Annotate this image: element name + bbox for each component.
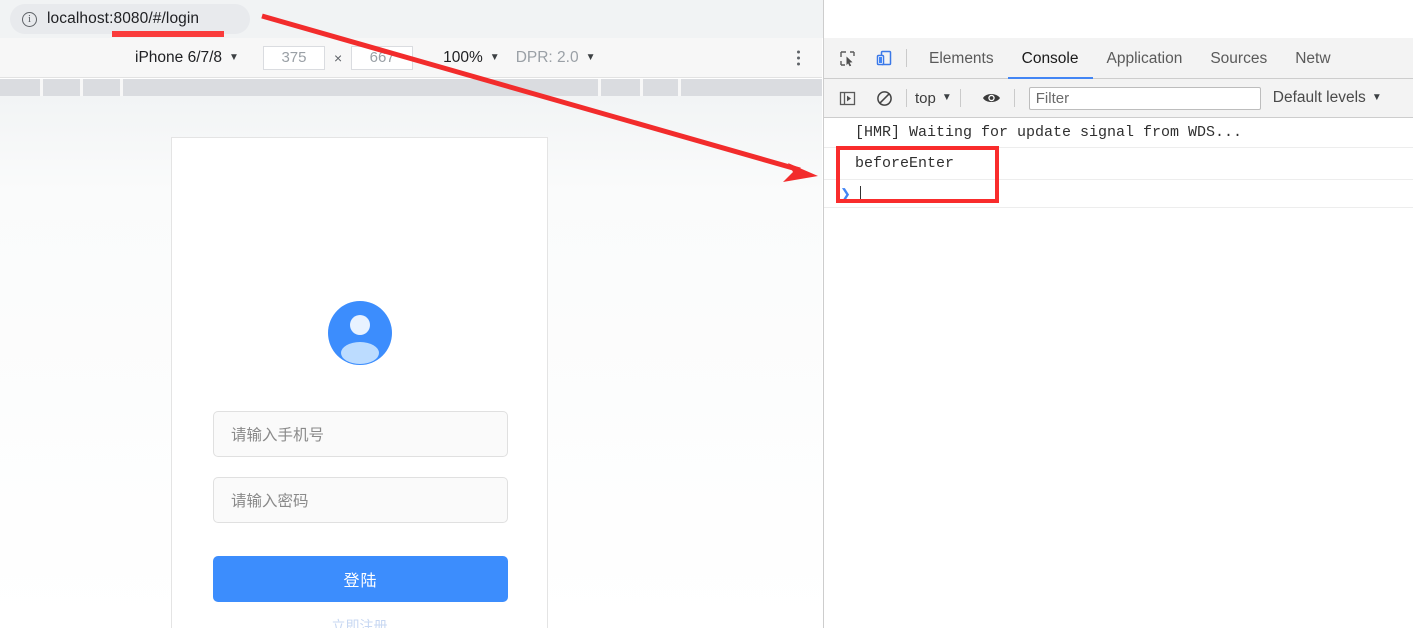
emulated-viewport: 请输入手机号 请输入密码 登陆 立即注册 (0, 96, 822, 628)
clear-console-icon[interactable] (870, 84, 898, 112)
zoom-selector-label: 100% (443, 48, 483, 66)
zoom-selector[interactable]: 100% ▼ (443, 49, 500, 67)
device-toolbar-icon[interactable] (870, 44, 898, 72)
console-levels-selector[interactable]: Default levels ▼ (1273, 89, 1382, 107)
console-log-entry: [HMR] Waiting for update signal from WDS… (824, 118, 1413, 148)
device-selector[interactable]: iPhone 6/7/8 ▼ (135, 49, 239, 67)
device-selector-label: iPhone 6/7/8 (135, 48, 223, 66)
tab-console[interactable]: Console (1008, 38, 1093, 79)
toolbar-divider (1013, 89, 1015, 107)
console-context-label: top (915, 89, 936, 107)
toolbar-divider (906, 89, 907, 107)
toolbar-divider (959, 89, 961, 107)
dpr-selector[interactable]: DPR: 2.0 ▼ (516, 49, 596, 67)
screenshot-root: i localhost:8080/#/login iPhone 6/7/8 ▼ … (0, 0, 1413, 628)
device-more-options-icon[interactable] (797, 50, 800, 65)
viewport-ruler (0, 79, 822, 96)
password-input-placeholder: 请输入密码 (231, 493, 309, 510)
console-levels-label: Default levels (1272, 89, 1366, 106)
password-input[interactable]: 请输入密码 (213, 477, 508, 523)
console-toolbar: top ▼ Default levels ▼ (824, 79, 1413, 118)
address-bar-url: localhost:8080/#/login (47, 10, 200, 27)
devtools-panel: Elements Console Application Sources Net… (823, 0, 1413, 628)
console-context-selector[interactable]: top ▼ (915, 90, 952, 107)
tab-sources[interactable]: Sources (1196, 38, 1281, 79)
register-link[interactable]: 立即注册 (172, 616, 547, 628)
login-button[interactable]: 登陆 (213, 556, 508, 602)
user-avatar-icon (327, 301, 392, 365)
chevron-down-icon: ▼ (1371, 92, 1382, 103)
viewport-height-input[interactable]: 667 (351, 45, 414, 70)
chevron-down-icon: ▼ (229, 51, 239, 63)
inspect-element-icon[interactable] (833, 44, 861, 72)
info-circle-icon[interactable]: i (22, 11, 37, 27)
text-cursor (859, 185, 861, 202)
chevron-down-icon: ▼ (489, 51, 500, 63)
avatar (172, 301, 547, 365)
chevron-down-icon: ▼ (585, 51, 596, 63)
console-log-list: [HMR] Waiting for update signal from WDS… (824, 118, 1413, 628)
toolbar-divider (906, 49, 907, 67)
login-card: 请输入手机号 请输入密码 登陆 立即注册 (171, 137, 548, 628)
console-filter-input[interactable] (1028, 86, 1261, 110)
device-emulation-toolbar: iPhone 6/7/8 ▼ 375 × 667 100% ▼ DPR: 2.0… (0, 38, 822, 78)
console-log-entry: beforeEnter (824, 148, 1413, 180)
live-expression-eye-icon[interactable] (978, 84, 1006, 112)
tab-elements[interactable]: Elements (915, 38, 1008, 79)
tab-network[interactable]: Netw (1281, 38, 1344, 79)
address-bar[interactable]: i localhost:8080/#/login (10, 4, 250, 34)
devtools-tabbar: Elements Console Application Sources Net… (824, 38, 1413, 79)
chevron-down-icon: ▼ (941, 92, 952, 103)
dimension-separator: × (333, 49, 343, 66)
phone-input[interactable]: 请输入手机号 (213, 411, 508, 457)
console-prompt[interactable]: ❯ (824, 180, 1413, 208)
dpr-selector-label: DPR: 2.0 (515, 48, 579, 66)
console-sidebar-icon[interactable] (833, 84, 861, 112)
prompt-caret-icon: ❯ (840, 185, 851, 201)
tab-application[interactable]: Application (1093, 38, 1197, 79)
viewport-width-input[interactable]: 375 (262, 45, 325, 70)
phone-input-placeholder: 请输入手机号 (231, 427, 325, 444)
